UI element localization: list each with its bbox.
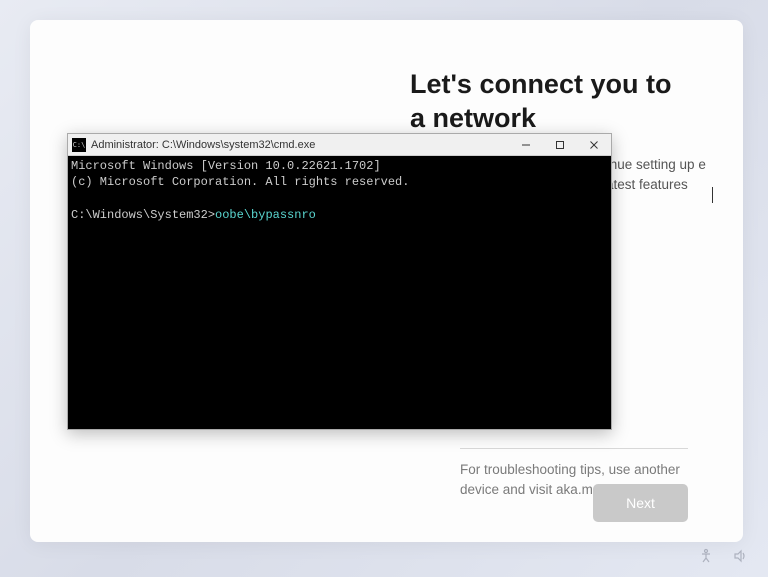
- divider: [460, 448, 688, 449]
- minimize-button[interactable]: [509, 134, 543, 155]
- close-icon: [589, 140, 599, 150]
- page-title: Let's connect you to a network: [410, 68, 690, 136]
- cmd-line1: Microsoft Windows [Version 10.0.22621.17…: [71, 159, 381, 173]
- window-controls: [509, 134, 611, 155]
- cmd-body[interactable]: Microsoft Windows [Version 10.0.22621.17…: [68, 156, 611, 429]
- accessibility-icon[interactable]: [698, 548, 714, 569]
- cmd-command: oobe\bypassnro: [215, 208, 316, 222]
- next-button[interactable]: Next: [593, 484, 688, 522]
- taskbar-icons: [698, 548, 748, 569]
- cmd-prompt: C:\Windows\System32>: [71, 208, 215, 222]
- cmd-window[interactable]: C:\ Administrator: C:\Windows\system32\c…: [67, 133, 612, 430]
- cmd-title: Administrator: C:\Windows\system32\cmd.e…: [91, 139, 509, 151]
- subtitle-partial: tinue setting up e latest features: [603, 155, 708, 194]
- cmd-line2: (c) Microsoft Corporation. All rights re…: [71, 175, 409, 189]
- maximize-button[interactable]: [543, 134, 577, 155]
- maximize-icon: [555, 140, 565, 150]
- cmd-titlebar[interactable]: C:\ Administrator: C:\Windows\system32\c…: [68, 134, 611, 156]
- cmd-icon: C:\: [72, 138, 86, 152]
- close-button[interactable]: [577, 134, 611, 155]
- minimize-icon: [521, 140, 531, 150]
- volume-icon[interactable]: [732, 548, 748, 569]
- text-cursor: [712, 187, 713, 203]
